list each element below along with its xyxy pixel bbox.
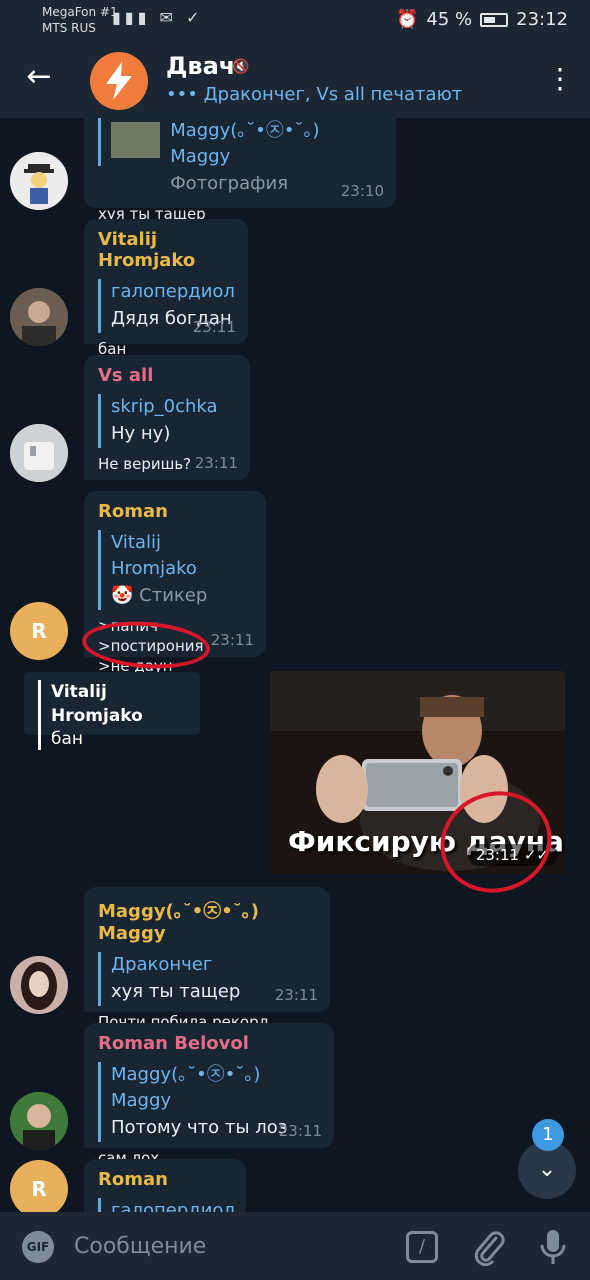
more-menu-icon[interactable]: ⋮ xyxy=(546,62,574,96)
check-icon: ✓ xyxy=(186,8,204,27)
paperclip-icon[interactable] xyxy=(472,1228,506,1266)
reply-author: Maggy(｡˘•㉨•˘｡) Maggy xyxy=(170,120,320,167)
sender-name[interactable]: Roman xyxy=(98,501,252,522)
user-avatar-icon xyxy=(10,288,68,346)
alarm-icon: ⏰ xyxy=(395,9,419,30)
sender-name[interactable]: Roman Belovol xyxy=(98,1033,320,1054)
reply-preview[interactable]: skrip_0chka Ну ну) xyxy=(98,394,236,448)
reply-text: бан xyxy=(51,729,84,749)
status-right: ⏰ 45 % 23:12 xyxy=(396,9,568,30)
reply-preview[interactable]: Maggy(｡˘•㉨•˘｡) Maggy Фотография xyxy=(98,118,382,198)
user-avatar-icon xyxy=(10,424,68,482)
avatar-letter: R xyxy=(31,1177,47,1201)
reply-text: Ну ну) xyxy=(111,423,171,444)
reply-preview[interactable]: Vitalij Hromjako 🤡 Стикер xyxy=(98,530,252,610)
typing-status: ••• Дракончег, Vs all печатают xyxy=(166,84,462,105)
clock: 23:12 xyxy=(516,9,568,30)
message-bubble[interactable]: Roman галопердиол xyxy=(84,1159,246,1224)
reply-author: Vitalij Hromjako xyxy=(111,532,197,579)
reply-author: галопердиол xyxy=(111,281,235,302)
avatar[interactable] xyxy=(10,424,68,482)
message-time: 23:11 xyxy=(278,1122,322,1140)
sender-name[interactable]: Vs all xyxy=(98,365,236,386)
message-bubble[interactable]: Roman Belovol Maggy(｡˘•㉨•˘｡) Maggy Потом… xyxy=(84,1023,334,1167)
user-avatar-icon xyxy=(10,1092,68,1150)
message-time: 23:11 xyxy=(274,986,318,1004)
reply-preview[interactable]: Vitalij Hromjako бан xyxy=(38,680,186,750)
message-input[interactable]: Сообщение xyxy=(74,1234,206,1259)
mail-icon: ✉ xyxy=(159,8,177,27)
lightning-icon xyxy=(106,62,132,100)
chat-avatar[interactable] xyxy=(90,52,148,110)
carrier-line-1: MegaFon #1 xyxy=(42,5,118,19)
mute-icon: 🔇 xyxy=(232,59,250,75)
reply-author: Vitalij Hromjako xyxy=(51,682,143,726)
reply-author: Дракончег xyxy=(111,954,213,975)
sender-name[interactable]: Maggy(｡˘•㉨•˘｡) Maggy xyxy=(98,897,316,944)
sender-name[interactable]: Vitalij Hromjako xyxy=(98,229,234,271)
avatar-letter: R xyxy=(31,619,47,643)
avatar[interactable] xyxy=(10,1092,68,1150)
chevron-down-icon: ⌄ xyxy=(537,1157,557,1182)
unread-badge: 1 xyxy=(532,1119,564,1151)
vault-boy-avatar-icon xyxy=(10,152,68,210)
message-bubble[interactable]: Maggy(｡˘•㉨•˘｡) Maggy Дракончег хуя ты та… xyxy=(84,887,330,1031)
composer-bar: GIF Сообщение / xyxy=(0,1212,590,1280)
typing-dots-icon: ••• xyxy=(166,84,198,105)
message-time: 23:11 xyxy=(194,454,238,472)
bot-commands-icon[interactable]: / xyxy=(406,1231,438,1263)
microphone-icon[interactable] xyxy=(536,1228,570,1266)
sender-name[interactable]: Roman xyxy=(98,1169,232,1190)
battery-icon xyxy=(480,12,509,27)
carrier-info: MegaFon #1 MTS RUS xyxy=(42,4,118,36)
avatar[interactable]: R xyxy=(10,1160,68,1218)
reply-text: 🤡 Стикер xyxy=(111,585,208,606)
avatar[interactable] xyxy=(10,956,68,1014)
reply-bar xyxy=(98,118,101,166)
message-time: 23:10 xyxy=(340,182,384,200)
back-arrow-icon[interactable]: ← xyxy=(22,60,56,94)
avatar[interactable] xyxy=(10,152,68,210)
signal-icons: ▮▮▮ ✉ ✓ xyxy=(112,8,203,27)
chat-header: ← Двач 🔇 ••• Дракончег, Vs all печатают … xyxy=(0,40,590,118)
user-avatar-icon xyxy=(10,956,68,1014)
message-bubble[interactable]: Vs all skrip_0chka Ну ну) Не веришь? 23:… xyxy=(84,355,250,480)
gif-icon[interactable]: GIF xyxy=(22,1231,54,1263)
outgoing-reply-bubble[interactable]: Vitalij Hromjako бан xyxy=(24,672,200,750)
message-bubble[interactable]: Maggy(｡˘•㉨•˘｡) Maggy Фотография хуя ты т… xyxy=(84,112,396,223)
battery-percent: 45 % xyxy=(426,9,473,30)
carrier-line-2: MTS RUS xyxy=(42,21,96,35)
signal-icon: ▮▮▮ xyxy=(112,8,151,27)
reply-thumbnail xyxy=(110,122,161,158)
status-bar: MegaFon #1 MTS RUS ▮▮▮ ✉ ✓ ⏰ 45 % 23:12 xyxy=(0,0,590,40)
avatar[interactable]: R xyxy=(10,602,68,660)
chat-title[interactable]: Двач xyxy=(166,52,235,80)
message-time: 23:11 xyxy=(192,318,236,336)
reply-author: Maggy(｡˘•㉨•˘｡) Maggy xyxy=(111,1064,261,1111)
message-bubble[interactable]: Vitalij Hromjako галопердиол Дядя богдан… xyxy=(84,219,248,358)
avatar[interactable] xyxy=(10,288,68,346)
typing-text: Дракончег, Vs all печатают xyxy=(203,84,463,105)
message-time: 23:11 xyxy=(210,631,254,649)
reply-author: skrip_0chka xyxy=(111,396,218,417)
